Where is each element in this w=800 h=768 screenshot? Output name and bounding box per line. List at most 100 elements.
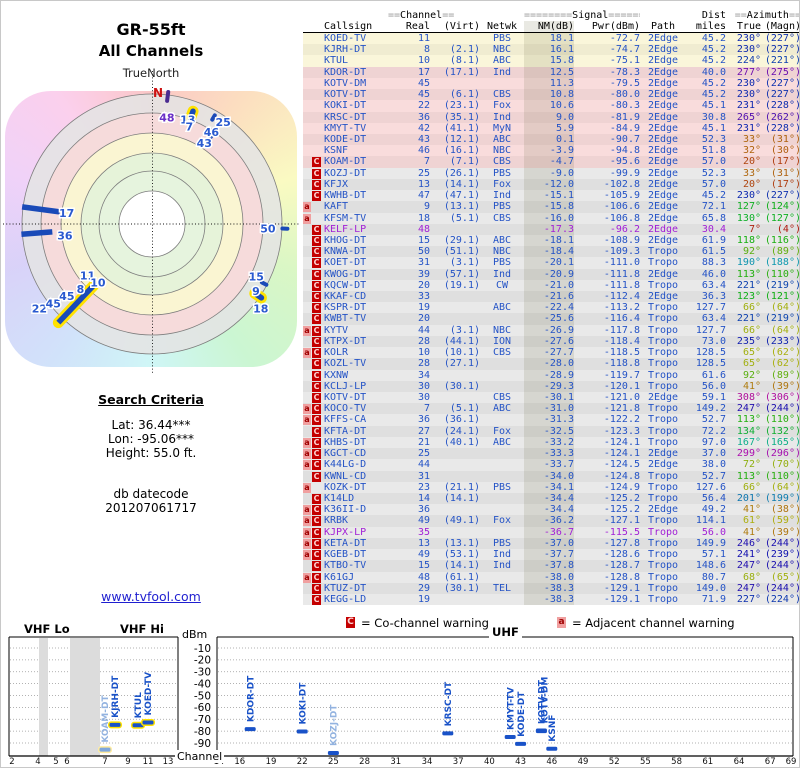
cell-network: MyN	[492, 122, 512, 134]
cell-miles: 59.1	[701, 392, 726, 403]
cell-virtual-channel: (8.1)	[449, 55, 480, 67]
warn-c-cell: C	[312, 370, 322, 381]
cell-magnetic-azimuth: (227°)	[764, 44, 800, 56]
cell-power: -124.8	[603, 470, 640, 482]
cell-real-channel: 22	[417, 100, 430, 112]
cell-magnetic-azimuth: (224°)	[764, 593, 800, 605]
co-channel-warning-icon: C	[312, 191, 321, 202]
cell-miles: 61.9	[701, 234, 726, 246]
cell-real-channel: 11	[417, 33, 430, 44]
cell-power: -121.8	[603, 403, 640, 415]
cell-network	[480, 527, 524, 538]
cell-real-channel: 18	[417, 212, 430, 224]
cell-true-azimuth: 113°	[736, 470, 761, 482]
cell-miles: 45.1	[701, 100, 726, 112]
cell-callsign: KOTV-DT	[324, 89, 367, 101]
cell-callsign: KOLR	[324, 347, 349, 359]
channel-tick-label: 7	[102, 757, 107, 767]
table-row: a KFSM-TV 18 (5.1) CBS -16.0 -106.8 2Edge 65.8 13…	[303, 212, 800, 224]
cell-callsign: K36II-D	[324, 504, 367, 516]
warn-a-cell	[303, 67, 312, 78]
adjacent-channel-warning-icon: a	[303, 325, 311, 336]
warn-c-cell: C	[312, 280, 322, 291]
cell-virtual-channel: (35.1)	[443, 111, 480, 123]
co-channel-warning-icon: C	[312, 437, 321, 448]
radar-channel-label: 15	[249, 271, 264, 284]
cell-callsign: KTUZ-DT	[324, 582, 367, 594]
cell-true-azimuth: 201°	[736, 492, 761, 504]
cell-power: -109.3	[603, 246, 640, 258]
cell-network	[480, 459, 524, 470]
channel-tick-label: 64	[734, 757, 745, 767]
warn-c-cell: C	[312, 392, 322, 403]
adjacent-channel-warning-icon: a	[303, 437, 311, 448]
cell-magnetic-azimuth: (31°)	[770, 133, 800, 145]
cell-magnetic-azimuth: (127°)	[764, 212, 800, 224]
cell-miles: 127.7	[695, 324, 726, 336]
cell-callsign: KNWA-DT	[324, 246, 367, 258]
cell-magnetic-azimuth: (110°)	[764, 470, 800, 482]
cell-power: -74.7	[609, 44, 640, 56]
cell-magnetic-azimuth: (38°)	[770, 504, 800, 516]
cell-noise-margin: -15.8	[524, 201, 574, 213]
cell-real-channel: 34	[417, 369, 430, 381]
radar-title: GR-55ft	[116, 20, 186, 39]
cell-true-azimuth: 41°	[742, 380, 761, 392]
co-channel-warning-icon: C	[312, 527, 321, 538]
cell-callsign: K44LG-D	[324, 459, 367, 471]
cell-path: Tropo	[647, 470, 679, 482]
radar-channel-label: 9	[252, 285, 260, 298]
cell-noise-margin: -16.0	[524, 212, 574, 224]
cell-virtual-channel: (6.1)	[449, 89, 480, 101]
cell-power: -106.6	[603, 201, 640, 213]
table-row: KTUL 10 (8.1) ABC 15.8 -75.1 2Edge 45.2 224° (221…	[303, 55, 799, 67]
cell-power: -129.1	[603, 593, 640, 605]
cell-path: 2Edge	[647, 111, 679, 123]
cell-noise-margin: -38.0	[524, 571, 574, 583]
dbm-tick-label: -70	[194, 714, 211, 726]
cell-virtual-channel: (47.1)	[443, 190, 480, 202]
warn-c-cell	[312, 78, 322, 89]
cell-real-channel: 10	[417, 55, 430, 67]
cell-network	[480, 78, 524, 89]
cell-miles: 97.0	[701, 436, 726, 448]
channel-tick-label: 22	[297, 757, 308, 767]
cell-network: Fox	[492, 515, 512, 527]
warn-c-cell: C	[312, 538, 322, 549]
cell-magnetic-azimuth: (59°)	[770, 515, 800, 527]
co-channel-warning-icon: C	[312, 550, 321, 561]
cell-virtual-channel: (12.1)	[443, 133, 480, 145]
warn-c-cell: C	[312, 358, 322, 370]
table-row: KRSC-DT 36 (35.1) Ind 9.0 -81.9 2Edge 30.8 265°(…	[303, 111, 799, 123]
tvfool-link[interactable]: www.tvfool.com	[101, 589, 201, 604]
cell-true-azimuth: 230°	[736, 33, 761, 44]
cell-callsign: KYTV	[324, 324, 349, 336]
cell-magnetic-azimuth: (228°)	[764, 122, 800, 134]
cell-true-azimuth: 41°	[742, 526, 761, 538]
table-row: a C KETA-DT 13 (13.1) PBS -37.0 -127.8 Tropo 149.…	[303, 537, 799, 550]
warn-a-cell	[303, 156, 312, 167]
cell-power: -75.1	[609, 55, 640, 67]
cell-real-channel: 10	[417, 347, 430, 359]
warn-a-cell	[303, 190, 312, 201]
cell-path: 2Edge	[647, 44, 679, 56]
warn-c-cell	[312, 33, 322, 44]
cell-real-channel: 43	[417, 133, 430, 145]
radar-ring	[118, 190, 186, 258]
warn-c-cell: C	[312, 291, 322, 303]
cell-true-azimuth: 41°	[742, 504, 761, 516]
group-header-cell: ==Azimuth==	[734, 10, 800, 21]
adjacent-channel-warning-icon: a	[303, 404, 311, 415]
cell-network: ABC	[492, 302, 512, 314]
cell-power: -99.9	[609, 167, 640, 179]
warn-c-cell	[312, 67, 322, 78]
cell-miles: 61.5	[701, 246, 726, 258]
channel-tick-label: 6	[64, 757, 69, 767]
cell-true-azimuth: 68°	[742, 571, 761, 583]
warn-a-cell	[303, 594, 312, 605]
cell-true-azimuth: 246°	[736, 537, 761, 549]
cell-noise-margin: -4.7	[524, 156, 574, 168]
cell-callsign: KFTA-DT	[324, 425, 367, 437]
cell-miles: 57.0	[701, 156, 726, 168]
adjacent-channel-warning-icon: a	[303, 213, 311, 224]
